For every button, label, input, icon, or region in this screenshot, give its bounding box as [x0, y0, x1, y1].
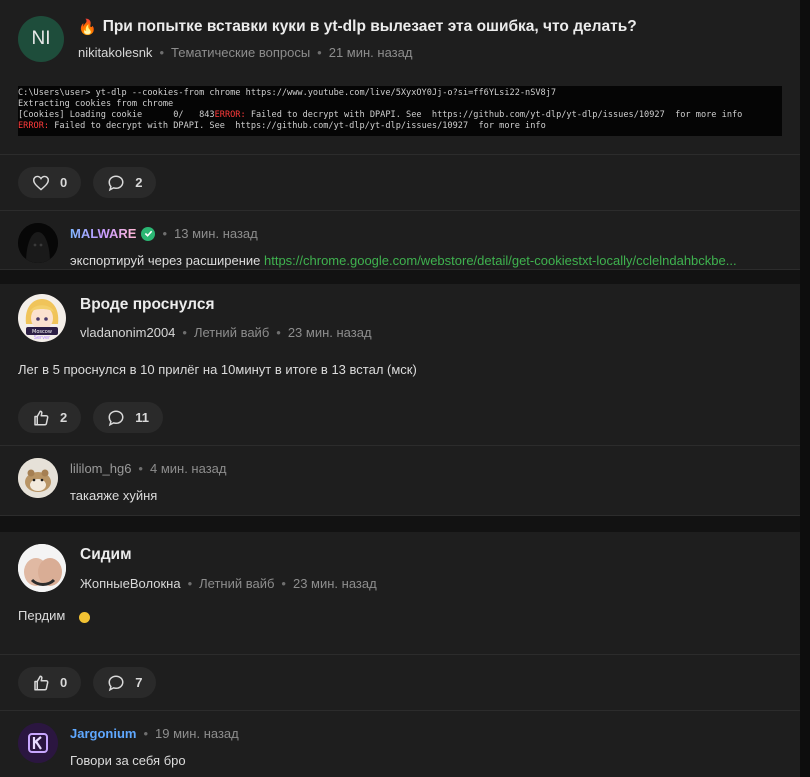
comment-icon [108, 674, 124, 691]
post-actions: 2 11 [0, 402, 800, 445]
avatar[interactable] [18, 223, 58, 263]
post-card: Сидим ЖопныеВолокна • Летний вайб • 23 м… [0, 532, 800, 777]
avatar[interactable] [18, 544, 66, 592]
category-link[interactable]: Летний вайб [194, 325, 269, 340]
post-header: NI 🔥 При попытке вставки куки в yt-dlp в… [0, 0, 800, 62]
author-name[interactable]: ЖопныеВолокна [80, 576, 181, 591]
like-button[interactable]: 0 [18, 167, 82, 198]
comment-text: Говори за себя бро [70, 753, 186, 768]
post-card: Moscow Server Вроде проснулся vladanonim… [0, 284, 800, 516]
post-actions: 0 2 [0, 154, 800, 210]
comment-text: такаяже хуйня [70, 488, 158, 503]
verified-icon [141, 226, 156, 241]
like-count: 2 [60, 410, 68, 425]
post-time: 23 мин. назад [292, 576, 377, 591]
like-button[interactable]: 2 [18, 402, 82, 433]
post-title[interactable]: 🔥 При попытке вставки куки в yt-dlp выле… [78, 18, 637, 36]
letter-k-avatar-icon [18, 723, 58, 763]
like-count: 0 [60, 675, 68, 690]
comment-author[interactable]: lililom_hg6 [70, 461, 131, 476]
comment-time: 13 мин. назад [174, 226, 258, 241]
post-card: NI 🔥 При попытке вставки куки в yt-dlp в… [0, 0, 800, 270]
hooded-figure-avatar-icon [18, 223, 58, 263]
avatar[interactable] [18, 458, 58, 498]
comment-icon [108, 409, 124, 426]
author-name[interactable]: nikitakolesnk [78, 45, 152, 60]
post-time: 21 мин. назад [328, 45, 413, 60]
comment-author[interactable]: Jargonium [70, 726, 136, 741]
comment-count: 11 [135, 410, 149, 425]
comment-author[interactable]: MALWARE [70, 226, 136, 241]
comment: Jargonium • 19 мин. назад Говори за себя… [0, 710, 800, 777]
comment-link[interactable]: https://chrome.google.com/webstore/detai… [264, 253, 737, 268]
comments-button[interactable]: 7 [93, 667, 157, 698]
like-button[interactable]: 0 [18, 667, 82, 698]
fire-icon: 🔥 [78, 19, 97, 36]
comment-text: экспортируй через расширение https://chr… [70, 253, 737, 268]
comment-count: 2 [135, 175, 143, 190]
comment-time: 4 мин. назад [149, 461, 227, 476]
hamster-avatar-icon [18, 458, 58, 498]
comments-button[interactable]: 2 [93, 167, 157, 198]
comments-button[interactable]: 11 [93, 402, 163, 433]
avatar[interactable]: Moscow Server [18, 294, 66, 342]
post-meta: vladanonim2004 • Летний вайб • 23 мин. н… [80, 325, 372, 340]
emoji-icon [79, 612, 91, 623]
comment-count: 7 [135, 675, 143, 690]
scrollbar[interactable] [800, 0, 810, 777]
post-actions: 0 7 [0, 654, 800, 710]
post-meta: ЖопныеВолокна • Летний вайб • 23 мин. на… [80, 576, 377, 591]
like-count: 0 [60, 175, 68, 190]
photo-avatar-icon [18, 544, 66, 592]
avatar[interactable] [18, 723, 58, 763]
comment-icon [108, 174, 124, 191]
post-time: 23 мин. назад [287, 325, 372, 340]
post-title[interactable]: Вроде проснулся [80, 296, 372, 314]
thumbs-up-icon [34, 410, 49, 425]
avatar[interactable]: NI [18, 16, 64, 62]
anime-girl-avatar-icon: Moscow Server [18, 294, 66, 342]
post-header: Сидим ЖопныеВолокна • Летний вайб • 23 м… [0, 532, 800, 592]
post-feed: NI 🔥 При попытке вставки куки в yt-dlp в… [0, 0, 800, 777]
category-link[interactable]: Тематические вопросы [171, 45, 310, 60]
post-meta: nikitakolesnk • Тематические вопросы • 2… [78, 45, 413, 60]
comment-time: 19 мин. назад [155, 726, 239, 741]
heart-icon [32, 175, 50, 191]
category-link[interactable]: Летний вайб [199, 576, 274, 591]
post-header: Moscow Server Вроде проснулся vladanonim… [0, 284, 800, 342]
code-screenshot: C:\Users\user> yt-dlp --cookies-from chr… [18, 86, 782, 136]
comment: lililom_hg6 • 4 мин. назад такаяже хуйня [0, 445, 800, 515]
svg-text:Server: Server [34, 335, 51, 341]
post-body: Лег в 5 проснулся в 10 прилёг на 10минут… [18, 362, 417, 377]
author-name[interactable]: vladanonim2004 [80, 325, 175, 340]
thumbs-up-icon [34, 675, 49, 690]
post-title[interactable]: Сидим [80, 546, 377, 564]
post-body: Пердим [0, 592, 800, 654]
